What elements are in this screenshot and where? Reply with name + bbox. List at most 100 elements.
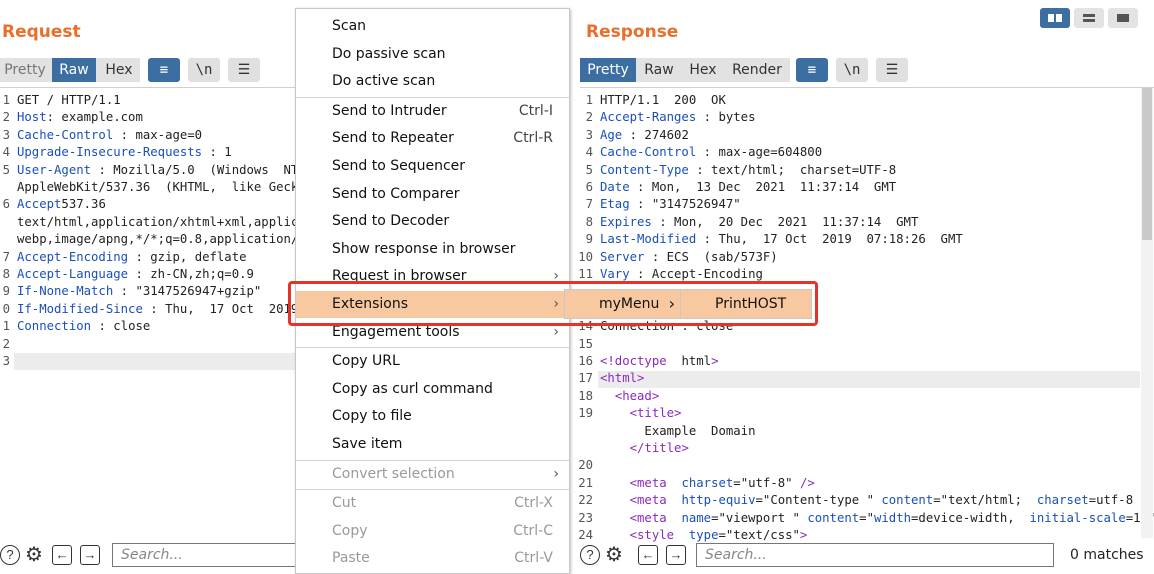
menu-item-label: Send to Repeater (332, 130, 454, 147)
menu-item-do-passive-scan[interactable]: Do passive scan (296, 41, 569, 68)
menu-item-send-to-comparer[interactable]: Send to Comparer (296, 181, 569, 208)
request-search-input[interactable]: Search... (112, 543, 298, 567)
menu-item-paste: Paste Ctrl-V (296, 545, 569, 572)
menu-item-do-active-scan[interactable]: Do active scan (296, 68, 569, 95)
code-line: 22 <meta http-equiv="Content-type " cont… (568, 492, 1148, 509)
code-line: 9 If-None-Match : "3147526947+gzip" (0, 283, 296, 300)
menu-item-send-to-sequencer[interactable]: Send to Sequencer (296, 153, 569, 180)
header-name: Server (600, 249, 645, 264)
line-number: 7 (2, 249, 10, 264)
code-line: 4 Cache-Control : max-age=604800 (568, 144, 1140, 161)
request-tab-pretty[interactable]: Pretty (0, 58, 50, 82)
header-name: Content-Type (600, 162, 689, 177)
request-tab-raw[interactable]: Raw (52, 58, 96, 82)
code-line: webp,image/apng,*/*;q=0.8,application/si (0, 231, 313, 248)
response-search-input[interactable]: Search... (696, 543, 1054, 567)
request-help-icon[interactable]: ? (0, 545, 20, 565)
code-line: 23 <meta name="viewport " content="width… (568, 510, 1154, 527)
response-tab-pretty[interactable]: Pretty (580, 58, 636, 82)
line-content: HTTP/1.1 200 OK (600, 93, 726, 107)
response-newline-button[interactable]: \n (836, 58, 868, 82)
response-tab-render[interactable]: Render (726, 58, 788, 82)
menu-item-send-to-decoder[interactable]: Send to Decoder (296, 208, 569, 235)
menu-item-copy-url[interactable]: Copy URL (296, 348, 569, 375)
html-attribute: content (881, 493, 934, 508)
response-help-icon[interactable]: ? (580, 545, 600, 565)
request-tab-hex[interactable]: Hex (98, 58, 140, 82)
response-menu-button[interactable]: ☰ (876, 58, 908, 82)
line-number: 2 (585, 110, 593, 125)
request-title: Request (2, 22, 81, 42)
layout-side-by-side-button[interactable] (1040, 8, 1070, 28)
line-number: 1 (2, 319, 10, 334)
line-number: 2 (2, 336, 10, 351)
html-attribute: charset (1036, 493, 1089, 508)
response-wrap-button[interactable]: ≡ (796, 58, 828, 82)
request-forward-icon[interactable]: → (80, 545, 100, 565)
menu-item-send-to-repeater[interactable]: Send to Repeater Ctrl-R (296, 125, 569, 152)
line-number: 4 (2, 145, 10, 160)
columns-icon (1048, 14, 1062, 22)
request-newline-button[interactable]: \n (188, 58, 220, 82)
line-number: 21 (578, 475, 593, 490)
header-name: Accept-Encoding (17, 249, 129, 264)
layout-tabs-button[interactable] (1108, 8, 1138, 28)
layout-stacked-button[interactable] (1074, 8, 1104, 28)
html-attribute: charset (681, 475, 734, 490)
line-number: 19 (578, 406, 593, 421)
code-line: 1 HTTP/1.1 200 OK (568, 92, 1140, 109)
match-count: 0 matches (1070, 547, 1144, 563)
line-number: 6 (585, 180, 593, 194)
code-line: 24 <style type="text/css"> (568, 527, 1140, 544)
request-back-icon[interactable]: ← (52, 545, 72, 565)
line-number: 8 (585, 214, 593, 229)
menu-item-save-item[interactable]: Save item (296, 431, 569, 458)
response-forward-icon[interactable]: → (666, 545, 686, 565)
request-wrap-button[interactable]: ≡ (148, 58, 180, 82)
menu-item-show-response-in-browser[interactable]: Show response in browser (296, 236, 569, 263)
menu-item-cut: Cut Ctrl-X (296, 490, 569, 517)
header-name: Vary (600, 267, 630, 281)
menu-item-copy-to-file[interactable]: Copy to file (296, 403, 569, 430)
response-scrollbar[interactable] (1141, 88, 1153, 538)
menu-item-label: Copy (332, 522, 368, 539)
html-tag: </title (629, 441, 682, 455)
line-content: <title> (600, 405, 682, 422)
request-settings-icon[interactable]: ⚙ (24, 545, 44, 565)
code-line: 6 Date : Mon, 13 Dec 2021 11:37:14 GMT (568, 179, 1140, 196)
header-name: User-Agent (17, 162, 92, 177)
line-number: 23 (578, 510, 593, 525)
header-name: Upgrade-Insecure-Requests (17, 145, 203, 160)
line-content: Etag : "3147526947" (600, 197, 741, 212)
menu-item-shortcut: Ctrl-X (514, 495, 553, 512)
html-attribute: content (807, 510, 860, 525)
line-number: 0 (2, 301, 10, 316)
html-tag: <html (600, 371, 638, 386)
request-editor[interactable]: 1 GET / HTTP/1.1 2 Host: example.com 3 Cache-… (0, 88, 321, 538)
line-content: Date : Mon, 13 Dec 2021 11:37:14 GMT (600, 180, 897, 194)
line-number: 1 (2, 93, 10, 107)
menu-item-scan[interactable]: Scan (296, 13, 569, 40)
request-menu-button[interactable]: ☰ (228, 58, 260, 82)
code-line: 6 Accept537.36 (0, 196, 296, 213)
response-settings-icon[interactable]: ⚙ (604, 545, 624, 565)
response-tab-hex[interactable]: Hex (682, 58, 724, 82)
line-number: 1 (585, 93, 593, 107)
code-line: 1 GET / HTTP/1.1 (0, 92, 296, 109)
code-line: </title> (568, 440, 1140, 457)
response-scrollbar-thumb[interactable] (1142, 88, 1152, 240)
menu-item-send-to-intruder[interactable]: Send to Intruder Ctrl-I (296, 98, 569, 125)
line-content: AppleWebKit/537.36 (KHTML, like Gecko) (17, 180, 314, 194)
line-number: 3 (2, 127, 10, 142)
code-line: 2 (0, 336, 296, 353)
line-content: Server : ECS (sab/573F) (600, 249, 778, 264)
menu-item-label: Send to Comparer (332, 185, 460, 202)
code-line: 21 <meta charset="utf-8" /> (568, 475, 1140, 492)
menu-item-label: Scan (332, 18, 367, 34)
header-name: Age (600, 127, 623, 142)
menu-item-copy-as-curl-command[interactable]: Copy as curl command (296, 376, 569, 403)
response-back-icon[interactable]: ← (638, 545, 658, 565)
code-line: 3 Cache-Control : max-age=0 (0, 127, 296, 144)
code-line: 7 Accept-Encoding : gzip, deflate (0, 249, 296, 266)
response-tab-raw[interactable]: Raw (638, 58, 680, 82)
